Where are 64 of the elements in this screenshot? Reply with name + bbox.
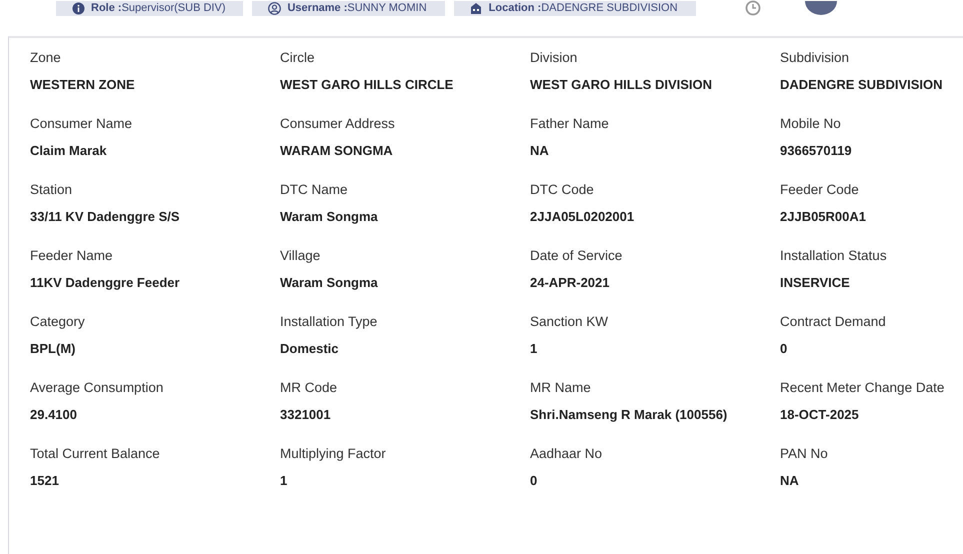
field-value: Shri.Namseng R Marak (100556): [530, 406, 728, 424]
field-label: PAN No: [780, 445, 829, 463]
field-value: 24-APR-2021: [530, 274, 610, 292]
building-icon: [470, 2, 483, 14]
field-label: Village: [280, 247, 322, 265]
field-value: 33/11 KV Dadenggre S/S: [30, 208, 181, 226]
chip-text: Location :DADENGRE SUBDIVISION: [488, 2, 678, 14]
field-value: 2JJB05R00A1: [780, 208, 868, 226]
field-value: Waram Songma: [280, 208, 379, 226]
field-label: Average Consumption: [30, 379, 164, 397]
field-label: Installation Type: [280, 313, 378, 331]
field-value: Claim Marak: [30, 142, 108, 160]
field-value: 1521: [30, 472, 60, 490]
field-label: Recent Meter Change Date: [780, 379, 946, 397]
field-label: Subdivision: [780, 49, 850, 67]
field-label: Division: [530, 49, 578, 67]
field-label: Contract Demand: [780, 313, 887, 331]
field-label: DTC Code: [530, 181, 595, 199]
field-label: Aadhaar No: [530, 445, 604, 463]
field-label: Circle: [280, 49, 316, 67]
field-label: Feeder Code: [780, 181, 860, 199]
clock-icon: [744, 0, 761, 16]
field-value: 9366570119: [780, 142, 853, 160]
field-value: 0: [530, 472, 538, 490]
field-label: Mobile No: [780, 115, 842, 133]
field-value: WEST GARO HILLS DIVISION: [530, 76, 714, 94]
field-label: Total Current Balance: [30, 445, 161, 463]
field-value: Waram Songma: [280, 274, 379, 292]
field-value: 3321001: [280, 406, 332, 424]
field-value: WARAM SONGMA: [280, 142, 394, 160]
field-value: 2JJA05L0202001: [530, 208, 636, 226]
info-icon: [72, 2, 85, 14]
field-label: Zone: [30, 49, 62, 67]
field-value: 1: [280, 472, 288, 490]
field-value: DADENGRE SUBDIVISION: [780, 76, 944, 94]
field-label: Multiplying Factor: [280, 445, 387, 463]
field-value: INSERVICE: [780, 274, 851, 292]
field-value: 29.4100: [30, 406, 78, 424]
field-label: Sanction KW: [530, 313, 610, 331]
field-label: Consumer Name: [30, 115, 134, 133]
field-value: 11KV Dadenggre Feeder: [30, 274, 181, 292]
field-value: 0: [780, 340, 788, 358]
chip-text: Username :SUNNY MOMIN: [287, 2, 427, 14]
field-value: WEST GARO HILLS CIRCLE: [280, 76, 454, 94]
field-value: NA: [780, 472, 800, 490]
field-value: 1: [530, 340, 538, 358]
field-value: BPL(M): [30, 340, 76, 358]
field-value: Domestic: [280, 340, 340, 358]
field-value: WESTERN ZONE: [30, 76, 136, 94]
field-label: Category: [30, 313, 86, 331]
field-label: Installation Status: [780, 247, 888, 265]
field-label: MR Code: [280, 379, 338, 397]
field-value: NA: [530, 142, 550, 160]
field-label: Father Name: [530, 115, 610, 133]
field-label: DTC Name: [280, 181, 349, 199]
field-label: MR Name: [530, 379, 592, 397]
field-label: Station: [30, 181, 74, 199]
avatar-icon[interactable]: [804, 1, 837, 15]
user-icon: [268, 2, 282, 14]
field-label: Consumer Address: [280, 115, 396, 133]
chip-text: Role :Supervisor(SUB DIV): [91, 2, 226, 14]
field-value: 18-OCT-2025: [780, 406, 860, 424]
field-label: Date of Service: [530, 247, 624, 265]
field-label: Feeder Name: [30, 247, 114, 265]
